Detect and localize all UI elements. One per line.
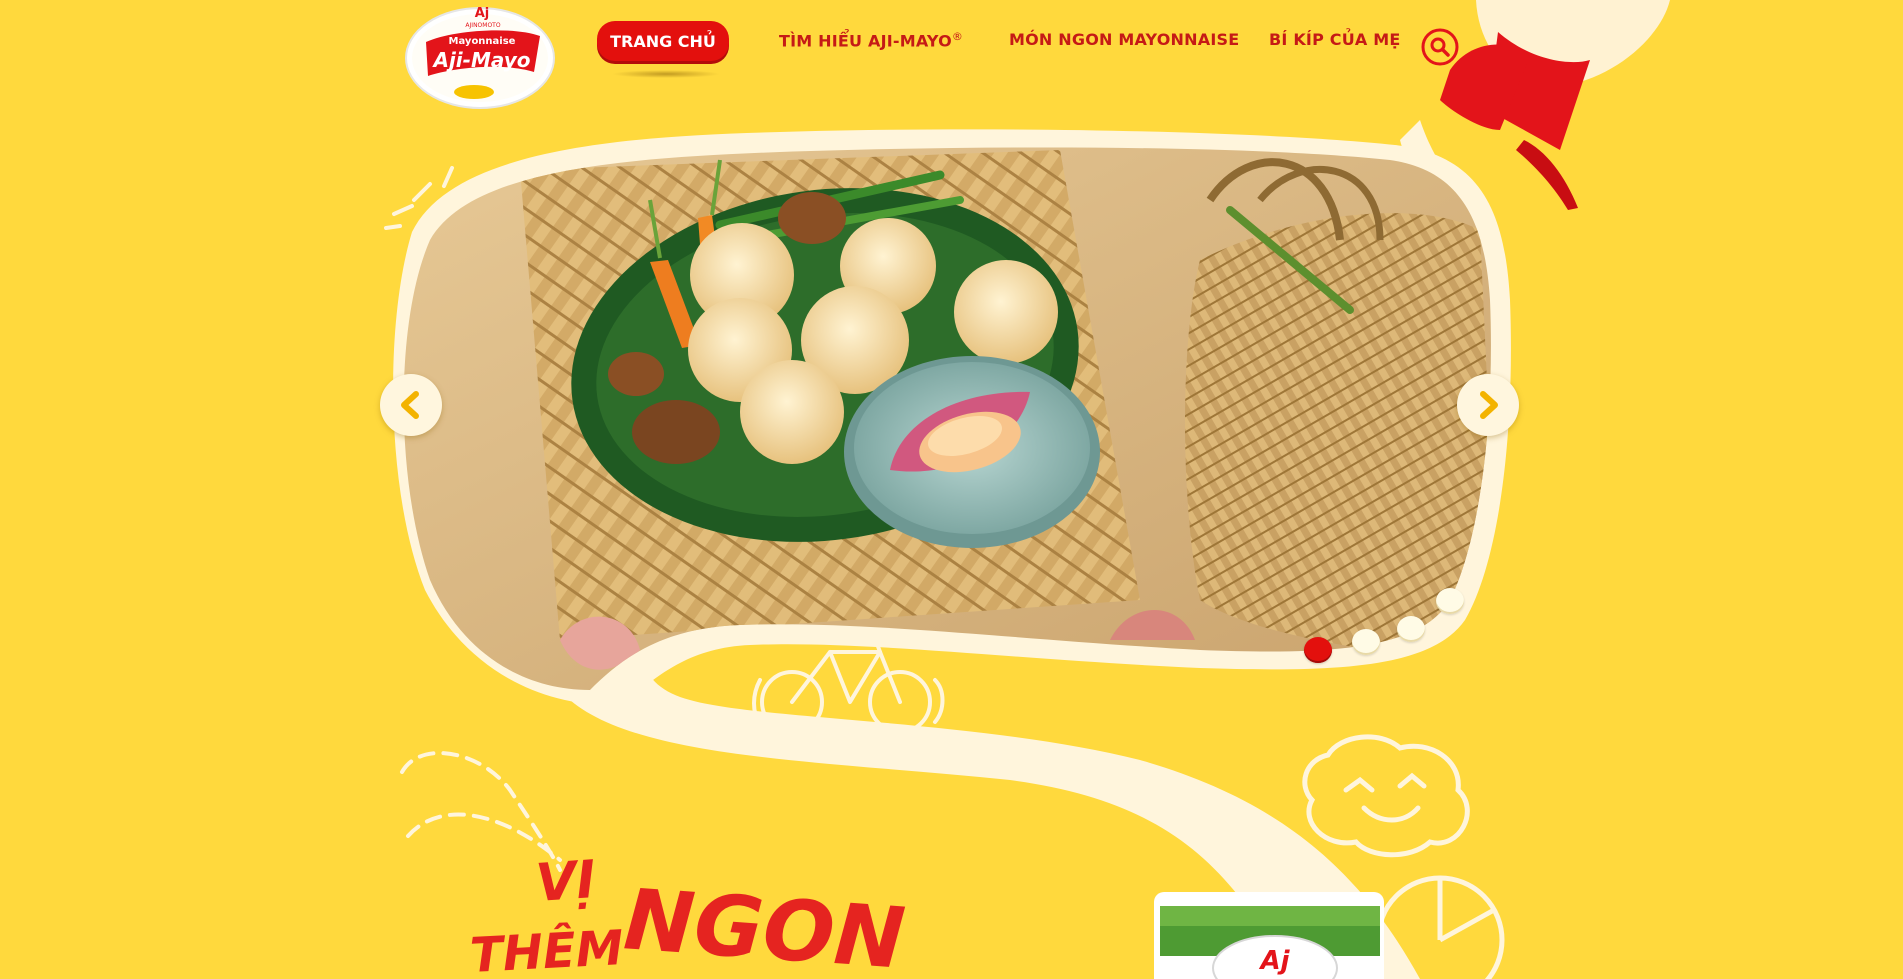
search-icon — [1421, 28, 1459, 66]
headline-word-1: VỊ — [533, 849, 598, 915]
slider-next-button[interactable] — [1457, 374, 1519, 436]
headline-word-3: NGON — [620, 870, 909, 979]
logo-top-text: Aj — [474, 6, 490, 21]
logo-sub-text: AJINOMOTO — [465, 22, 501, 29]
nav-home-shadow — [612, 70, 720, 78]
nav-home-button[interactable]: TRANG CHỦ — [597, 21, 729, 61]
logo-line1-text: Mayonnaise — [448, 36, 516, 47]
nav-about-label: TÌM HIỂU AJI-MAYO — [779, 31, 952, 51]
hero-artwork — [384, 0, 1670, 979]
search-button[interactable] — [1421, 28, 1459, 66]
slider-dot-1[interactable] — [1304, 637, 1332, 663]
nav-about-mark: ® — [951, 30, 964, 43]
chevron-right-icon — [1480, 391, 1498, 419]
chevron-left-icon — [401, 391, 419, 419]
package-logo-text: Aj — [1260, 946, 1290, 976]
nav-tips-link[interactable]: BÍ KÍP CỦA MẸ — [1269, 30, 1401, 52]
logo-line2-text: Aji-Mayo — [433, 48, 531, 72]
headline-word-2: THÊM — [468, 920, 625, 979]
slider-dot-4[interactable] — [1436, 588, 1464, 614]
slider-dot-3[interactable] — [1397, 616, 1425, 642]
nav-about-link[interactable]: TÌM HIỂU AJI-MAYO® — [779, 30, 963, 52]
slider-prev-button[interactable] — [380, 374, 442, 436]
slider-dot-2[interactable] — [1352, 629, 1380, 655]
nav-recipes-link[interactable]: MÓN NGON MAYONNAISE — [1009, 30, 1239, 52]
